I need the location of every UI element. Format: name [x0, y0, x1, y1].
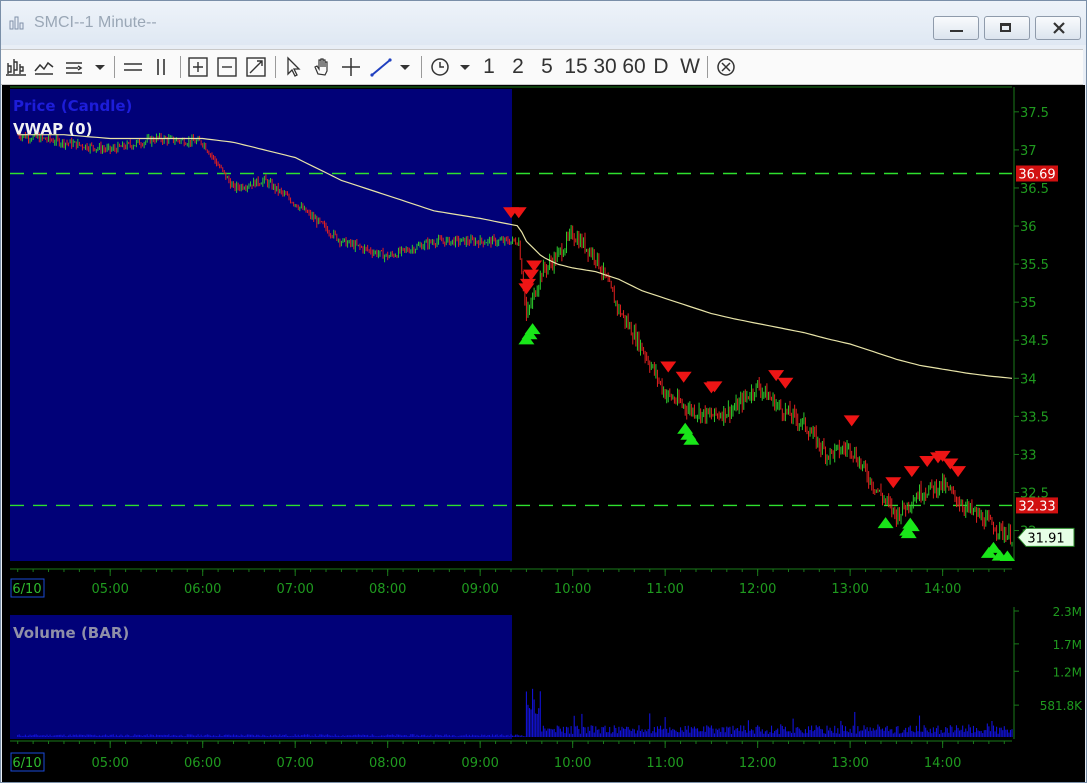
volume-series-label: Volume (BAR) [13, 624, 129, 642]
line-chart-icon[interactable] [33, 54, 55, 80]
volume-y-tick-label: 581.8K [1040, 699, 1083, 713]
time-tick-label: 10:00 [554, 756, 591, 771]
horizontal-line-icon[interactable] [122, 54, 144, 80]
minimize-button[interactable] [933, 16, 979, 40]
chevron-down-icon[interactable] [458, 54, 472, 80]
time-tick-label: 14:00 [924, 756, 961, 771]
chart-style-icon[interactable] [63, 54, 85, 80]
window-title: SMCI--1 Minute-- [34, 14, 157, 31]
hand-icon[interactable] [311, 54, 333, 80]
close-chart-icon[interactable] [715, 54, 737, 80]
price-y-tick-label: 37 [1020, 144, 1037, 159]
toolbar-divider [114, 56, 115, 78]
price-y-tick-label: 35 [1020, 296, 1037, 311]
zoom-in-icon[interactable] [187, 54, 209, 80]
zoom-out-icon[interactable] [216, 54, 238, 80]
time-tick-label: 13:00 [831, 582, 868, 597]
date-label: 6/10 [12, 756, 41, 771]
last-price-value: 31.91 [1027, 531, 1064, 546]
time-tick-label: 06:00 [184, 756, 221, 771]
price-y-tick-label: 37.5 [1020, 106, 1049, 121]
date-label: 6/10 [12, 582, 41, 597]
interval-30-button[interactable]: 30 [591, 54, 619, 80]
title-bar[interactable]: SMCI--1 Minute-- [1, 1, 1086, 45]
price-y-tick-label: 34 [1020, 372, 1037, 387]
price-y-tick-label: 33 [1020, 448, 1037, 463]
price-y-tick-label: 35.5 [1020, 258, 1049, 273]
interval-daily-button[interactable]: D [650, 54, 672, 80]
time-tick-label: 11:00 [646, 582, 683, 597]
toolbar-divider [180, 56, 181, 78]
volume-y-tick-label: 2.3M [1053, 605, 1082, 619]
pointer-icon[interactable] [283, 54, 303, 80]
interval-weekly-button[interactable]: W [679, 54, 701, 80]
time-tick-label: 07:00 [276, 756, 313, 771]
price-series-label: Price (Candle) [13, 97, 132, 115]
time-tick-label: 05:00 [91, 756, 128, 771]
price-y-tick-label: 33.5 [1020, 410, 1049, 425]
time-tick-label: 07:00 [276, 582, 313, 597]
interval-1-button[interactable]: 1 [478, 54, 500, 80]
price-time-axis-bg [2, 561, 1085, 605]
time-tick-label: 05:00 [91, 582, 128, 597]
chevron-down-icon[interactable] [93, 54, 107, 80]
trendline-icon[interactable] [369, 54, 393, 80]
time-tick-label: 11:00 [646, 756, 683, 771]
time-tick-label: 13:00 [831, 756, 868, 771]
chart-area[interactable]: 37.53736.53635.53534.53433.53332.532 36.… [2, 85, 1085, 782]
toolbar-divider [275, 56, 276, 78]
time-tick-label: 08:00 [369, 756, 406, 771]
maximize-icon [1000, 23, 1011, 32]
time-tick-label: 12:00 [739, 582, 776, 597]
toolbar-divider [707, 56, 708, 78]
time-tick-label: 10:00 [554, 582, 591, 597]
time-tick-label: 09:00 [461, 582, 498, 597]
volume-y-tick-label: 1.2M [1053, 665, 1082, 679]
toolbar-divider [421, 56, 422, 78]
price-y-tick-label: 34.5 [1020, 334, 1049, 349]
interval-5-button[interactable]: 5 [536, 54, 558, 80]
price-y-tick-label: 36.5 [1020, 182, 1049, 197]
close-button[interactable] [1035, 16, 1081, 40]
time-tick-label: 06:00 [184, 582, 221, 597]
time-tick-label: 09:00 [461, 756, 498, 771]
crosshair-icon[interactable] [340, 54, 362, 80]
price-y-tick-label: 36 [1020, 220, 1037, 235]
volume-time-axis-bg [2, 739, 1085, 782]
maximize-button[interactable] [984, 16, 1030, 40]
interval-60-button[interactable]: 60 [620, 54, 648, 80]
vertical-line-icon[interactable] [151, 54, 171, 80]
time-tick-label: 12:00 [739, 756, 776, 771]
interval-2-button[interactable]: 2 [507, 54, 529, 80]
premarket-shading [10, 89, 512, 561]
chart-app-icon [9, 16, 24, 30]
time-tick-label: 14:00 [924, 582, 961, 597]
interval-15-button[interactable]: 15 [562, 54, 590, 80]
clock-icon[interactable] [429, 54, 451, 80]
vwap-series-label: VWAP (0) [13, 120, 92, 138]
level-high-value: 36.69 [1018, 168, 1055, 183]
close-icon [1053, 22, 1065, 34]
chart-window: SMCI--1 Minute-- 1 2 5 15 30 60 D W 37.5… [0, 0, 1087, 783]
volume-y-tick-label: 1.7M [1053, 638, 1082, 652]
chevron-down-icon[interactable] [398, 54, 412, 80]
level-low-value: 32.33 [1018, 499, 1055, 514]
chart-toolbar: 1 2 5 15 30 60 D W [1, 49, 1083, 85]
time-tick-label: 08:00 [369, 582, 406, 597]
zoom-fit-icon[interactable] [245, 54, 267, 80]
candle-chart-icon[interactable] [5, 54, 27, 80]
minimize-icon [950, 30, 963, 32]
